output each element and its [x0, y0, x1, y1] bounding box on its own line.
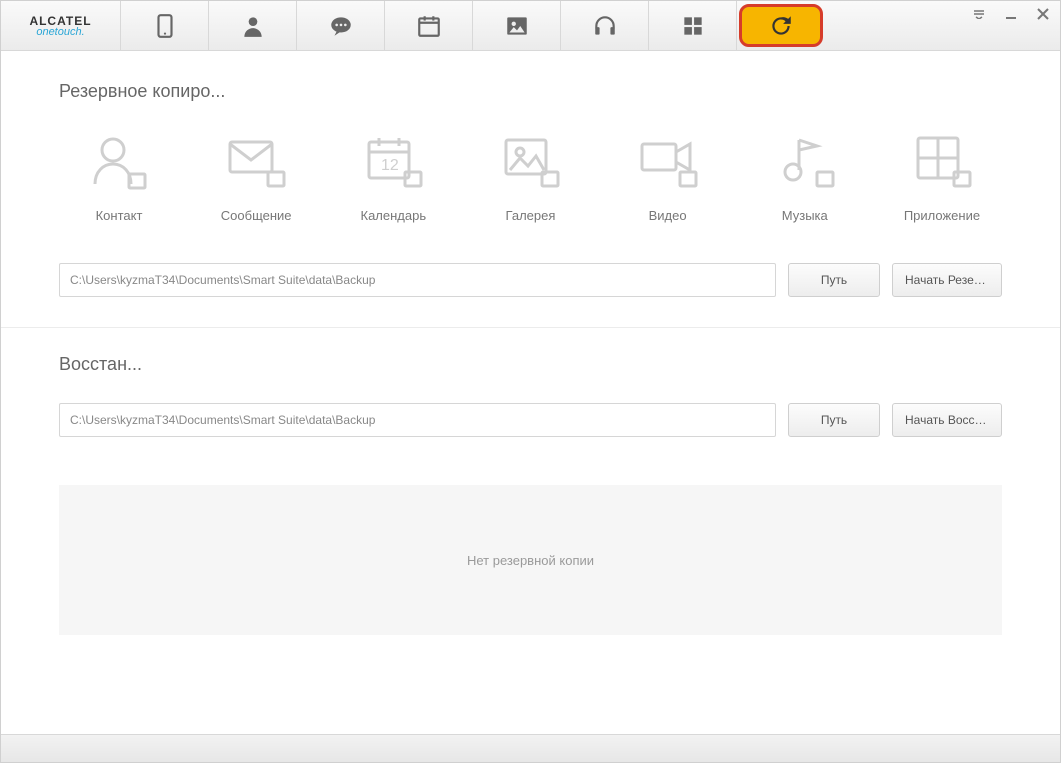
tab-calendar[interactable] — [385, 1, 473, 50]
restore-start-button[interactable]: Начать Восстан... — [892, 403, 1002, 437]
category-video[interactable]: Видео — [608, 130, 728, 223]
backup-path-row: Путь Начать Резервн... — [59, 263, 1002, 297]
calendar-large-icon: 12 — [361, 130, 425, 194]
backup-title: Резервное копиро... — [59, 81, 1002, 102]
apps-large-icon — [910, 130, 974, 194]
tab-music[interactable] — [561, 1, 649, 50]
grid-icon — [680, 13, 706, 39]
calendar-icon — [416, 13, 442, 39]
logo-line2: onetouch. — [36, 26, 84, 38]
tab-apps[interactable] — [649, 1, 737, 50]
message-large-icon — [224, 130, 288, 194]
category-music[interactable]: Музыка — [745, 130, 865, 223]
tab-phone[interactable] — [121, 1, 209, 50]
backup-start-button[interactable]: Начать Резервн... — [892, 263, 1002, 297]
contact-large-icon — [87, 130, 151, 194]
restore-path-input[interactable] — [59, 403, 776, 437]
section-divider — [1, 327, 1060, 328]
category-gallery[interactable]: Галерея — [470, 130, 590, 223]
headphones-icon — [592, 13, 618, 39]
category-calendar[interactable]: 12 Календарь — [333, 130, 453, 223]
minimize-button[interactable] — [1002, 5, 1020, 23]
message-icon — [328, 13, 354, 39]
category-label: Сообщение — [221, 208, 292, 223]
tab-gallery[interactable] — [473, 1, 561, 50]
category-label: Галерея — [506, 208, 556, 223]
backup-path-button[interactable]: Путь — [788, 263, 880, 297]
category-contact[interactable]: Контакт — [59, 130, 179, 223]
category-label: Контакт — [96, 208, 143, 223]
category-label: Музыка — [782, 208, 828, 223]
content-area: Резервное копиро... Контакт Сообщение 12… — [1, 51, 1060, 734]
tab-contacts[interactable] — [209, 1, 297, 50]
status-bar — [1, 734, 1060, 762]
restore-section: Восстан... Путь Начать Восстан... — [1, 354, 1060, 467]
category-message[interactable]: Сообщение — [196, 130, 316, 223]
svg-text:12: 12 — [381, 157, 399, 174]
app-logo: ALCATEL onetouch. — [1, 1, 121, 50]
restore-title: Восстан... — [59, 354, 1002, 375]
backup-section: Резервное копиро... Контакт Сообщение 12… — [1, 81, 1060, 327]
category-label: Видео — [649, 208, 687, 223]
category-label: Приложение — [904, 208, 980, 223]
music-large-icon — [773, 130, 837, 194]
category-label: Календарь — [361, 208, 427, 223]
restore-empty-message: Нет резервной копии — [467, 553, 594, 568]
close-button[interactable] — [1034, 5, 1052, 23]
restore-path-button[interactable]: Путь — [788, 403, 880, 437]
toolbar: ALCATEL onetouch. — [1, 1, 1060, 51]
restore-empty-panel: Нет резервной копии — [59, 485, 1002, 635]
options-button[interactable] — [970, 5, 988, 23]
sync-icon — [768, 13, 794, 39]
window-controls — [970, 5, 1052, 23]
contact-icon — [240, 13, 266, 39]
phone-icon — [152, 13, 178, 39]
category-apps[interactable]: Приложение — [882, 130, 1002, 223]
backup-categories: Контакт Сообщение 12 Календарь Галерея В… — [59, 130, 1002, 223]
gallery-large-icon — [498, 130, 562, 194]
video-large-icon — [636, 130, 700, 194]
restore-path-row: Путь Начать Восстан... — [59, 403, 1002, 437]
backup-path-input[interactable] — [59, 263, 776, 297]
image-icon — [504, 13, 530, 39]
tab-backup[interactable] — [739, 4, 823, 47]
tab-messages[interactable] — [297, 1, 385, 50]
